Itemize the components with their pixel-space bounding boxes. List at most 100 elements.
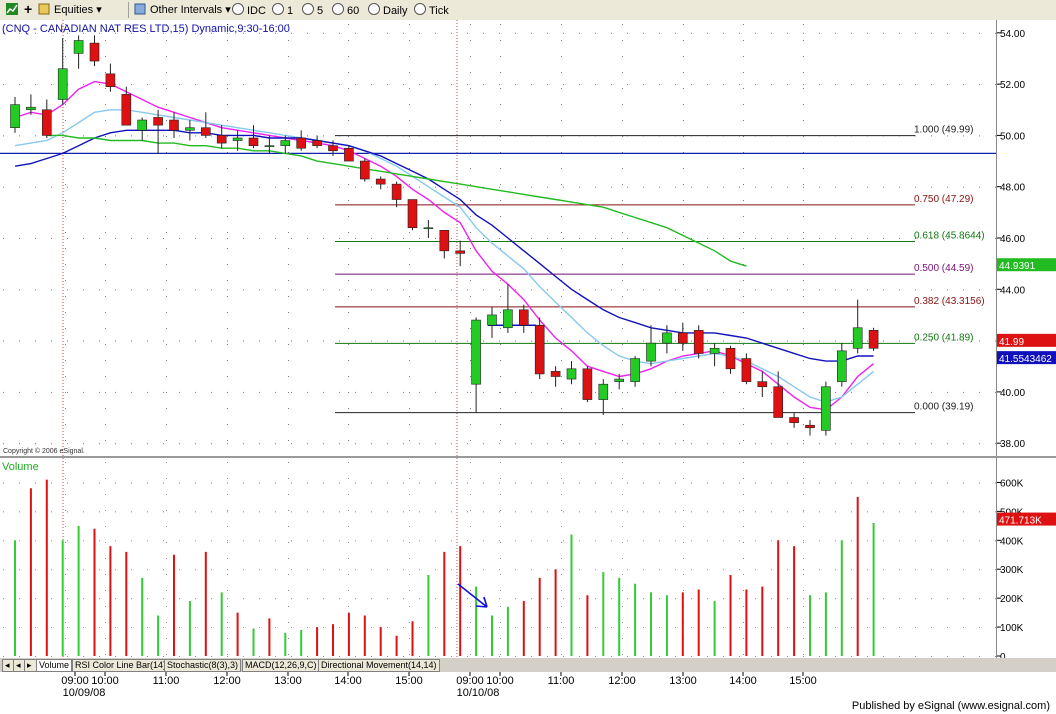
volume-grid [409, 510, 410, 511]
volume-grid [348, 590, 349, 591]
volume-grid [561, 526, 562, 527]
volume-grid [163, 511, 164, 513]
price-pane[interactable]: 1.000 (49.99) 0.750 (47.29) 0.618 (45.8644… [0, 20, 996, 456]
volume-grid [83, 598, 84, 600]
volume-grid [147, 627, 148, 629]
volume-grid [803, 478, 804, 479]
volume-grid [595, 482, 596, 484]
volume-grid [500, 494, 501, 495]
volume-grid [899, 656, 900, 657]
volume-grid [227, 656, 228, 657]
tab-macd[interactable]: MACD(12,26,9,C) [242, 659, 320, 672]
volume-grid [355, 511, 356, 513]
volume-pane[interactable]: Volume [0, 458, 996, 658]
volume-grid [851, 627, 852, 629]
price-chart[interactable]: 1.000 (49.99) 0.750 (47.29) 0.618 (45.8644… [0, 20, 996, 456]
candle-body [550, 371, 561, 377]
volume-grid [683, 494, 684, 495]
tab-stochastic[interactable]: Stochastic(8(3),3) [164, 659, 242, 672]
volume-grid [147, 540, 148, 542]
volume-grid [931, 482, 932, 484]
volume-grid [51, 627, 52, 629]
candle-body [439, 230, 450, 252]
volume-grid [561, 622, 562, 623]
volume-grid [500, 590, 501, 591]
candle-body [296, 137, 307, 149]
plus-icon[interactable]: + [24, 1, 32, 17]
interval-60[interactable]: 60 [332, 3, 359, 17]
volume-grid [387, 511, 388, 513]
fib-label: 0.000 (39.19) [914, 402, 974, 413]
volume-grid [323, 511, 324, 513]
volume-grid [500, 606, 501, 607]
volume-grid [166, 510, 167, 511]
volume-grid [787, 482, 788, 484]
other-intervals-menu[interactable]: Other Intervals ▾ [150, 3, 231, 16]
volume-grid [683, 478, 684, 479]
volume-grid [675, 540, 676, 542]
volume-grid [723, 511, 724, 513]
fibonacci-levels: 1.000 (49.99) 0.750 (47.29) 0.618 (45.8644… [335, 125, 985, 414]
volume-grid [531, 540, 532, 542]
volume-grid [147, 598, 148, 600]
volume-grid [467, 569, 468, 571]
time-tick-label: 15:00 [395, 675, 423, 687]
volume-grid [622, 542, 623, 543]
volume-grid [755, 598, 756, 600]
candle-body [169, 119, 179, 131]
volume-grid [515, 569, 516, 571]
volume-grid [227, 622, 228, 623]
volume-grid [3, 627, 4, 629]
candle-body [359, 160, 370, 180]
interval-1[interactable]: 1 [272, 3, 293, 17]
volume-grid [723, 598, 724, 600]
volume-grid [288, 654, 289, 655]
tab-rsi[interactable]: RSI Color Line Bar(14) [72, 659, 170, 672]
volume-grid [819, 569, 820, 571]
volume-tick-label: 600K [1000, 478, 1024, 489]
equities-label: Equities [54, 4, 94, 16]
volume-grid [659, 598, 660, 600]
volume-chart[interactable]: Volume [0, 458, 996, 658]
volume-grid [211, 511, 212, 513]
volume-grid [803, 574, 804, 575]
volume-grid [67, 598, 68, 600]
interval-5[interactable]: 5 [302, 3, 323, 17]
volume-grid [499, 511, 500, 513]
volume-grid [691, 656, 692, 657]
volume-tick-label: 100K [1000, 623, 1024, 634]
candle-body [852, 327, 863, 349]
volume-grid [105, 510, 106, 511]
volume-grid [195, 598, 196, 600]
volume-grid [470, 494, 471, 495]
volume-grid [467, 627, 468, 629]
volume-grid [883, 627, 884, 629]
time-tick-label: 11:00 [548, 675, 575, 687]
volume-grid [622, 526, 623, 527]
interval-idc[interactable]: IDC [232, 3, 266, 17]
interval-tick[interactable]: Tick [414, 3, 449, 17]
volume-grid [500, 526, 501, 527]
chart-icon[interactable] [6, 3, 18, 16]
candle-body [137, 119, 147, 131]
tab-volume[interactable]: Volume [36, 659, 73, 672]
volume-grid [755, 511, 756, 513]
volume-grid [243, 482, 244, 484]
interval-daily[interactable]: Daily [368, 3, 407, 17]
volume-grid [435, 482, 436, 484]
volume-grid [563, 569, 564, 571]
volume-grid [915, 540, 916, 542]
equities-menu[interactable]: Equities ▾ [54, 3, 102, 16]
volume-grid [166, 526, 167, 527]
volume-grid [643, 511, 644, 513]
volume-grid [131, 540, 132, 542]
volume-grid [115, 569, 116, 571]
tab-directional-movement[interactable]: Directional Movement(14,14) [318, 659, 440, 672]
volume-grid [622, 574, 623, 575]
volume-grid [963, 627, 964, 629]
volume-grid [500, 638, 501, 639]
volume-grid [563, 598, 564, 600]
volume-grid [195, 511, 196, 513]
volume-grid [723, 482, 724, 484]
candle-body [57, 68, 68, 100]
